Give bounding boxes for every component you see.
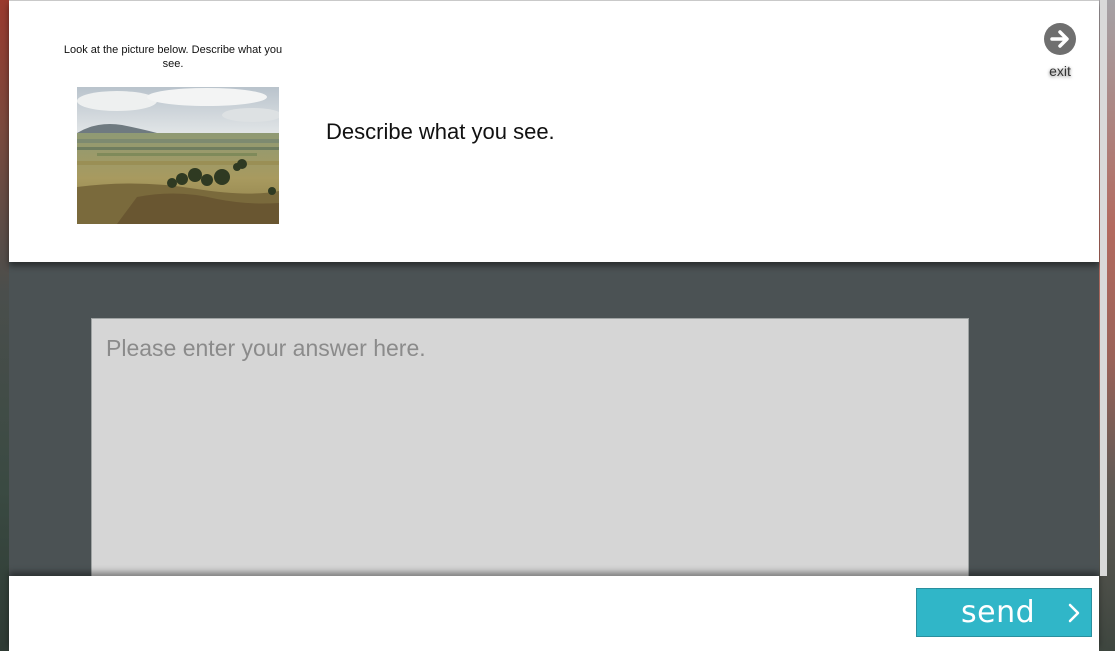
answer-textarea[interactable] <box>91 318 969 588</box>
chevron-right-icon <box>1068 603 1080 623</box>
scrollbar[interactable] <box>1100 0 1107 576</box>
answer-footer: send <box>9 576 1099 651</box>
send-button[interactable]: send <box>916 588 1092 637</box>
landscape-image <box>77 87 279 224</box>
send-label: send <box>961 595 1036 630</box>
arrow-right-circle-icon <box>1044 23 1076 55</box>
exit-button[interactable]: exit <box>1040 23 1080 83</box>
landscape-picture <box>77 87 279 224</box>
picture-instruction: Look at the picture below. Describe what… <box>63 44 283 70</box>
question-prompt: Describe what you see. <box>326 119 555 144</box>
exit-label: exit <box>1049 63 1071 79</box>
exercise-window: Look at the picture below. Describe what… <box>9 0 1107 651</box>
question-header: Look at the picture below. Describe what… <box>9 0 1099 262</box>
desktop-wallpaper-left <box>0 0 9 651</box>
